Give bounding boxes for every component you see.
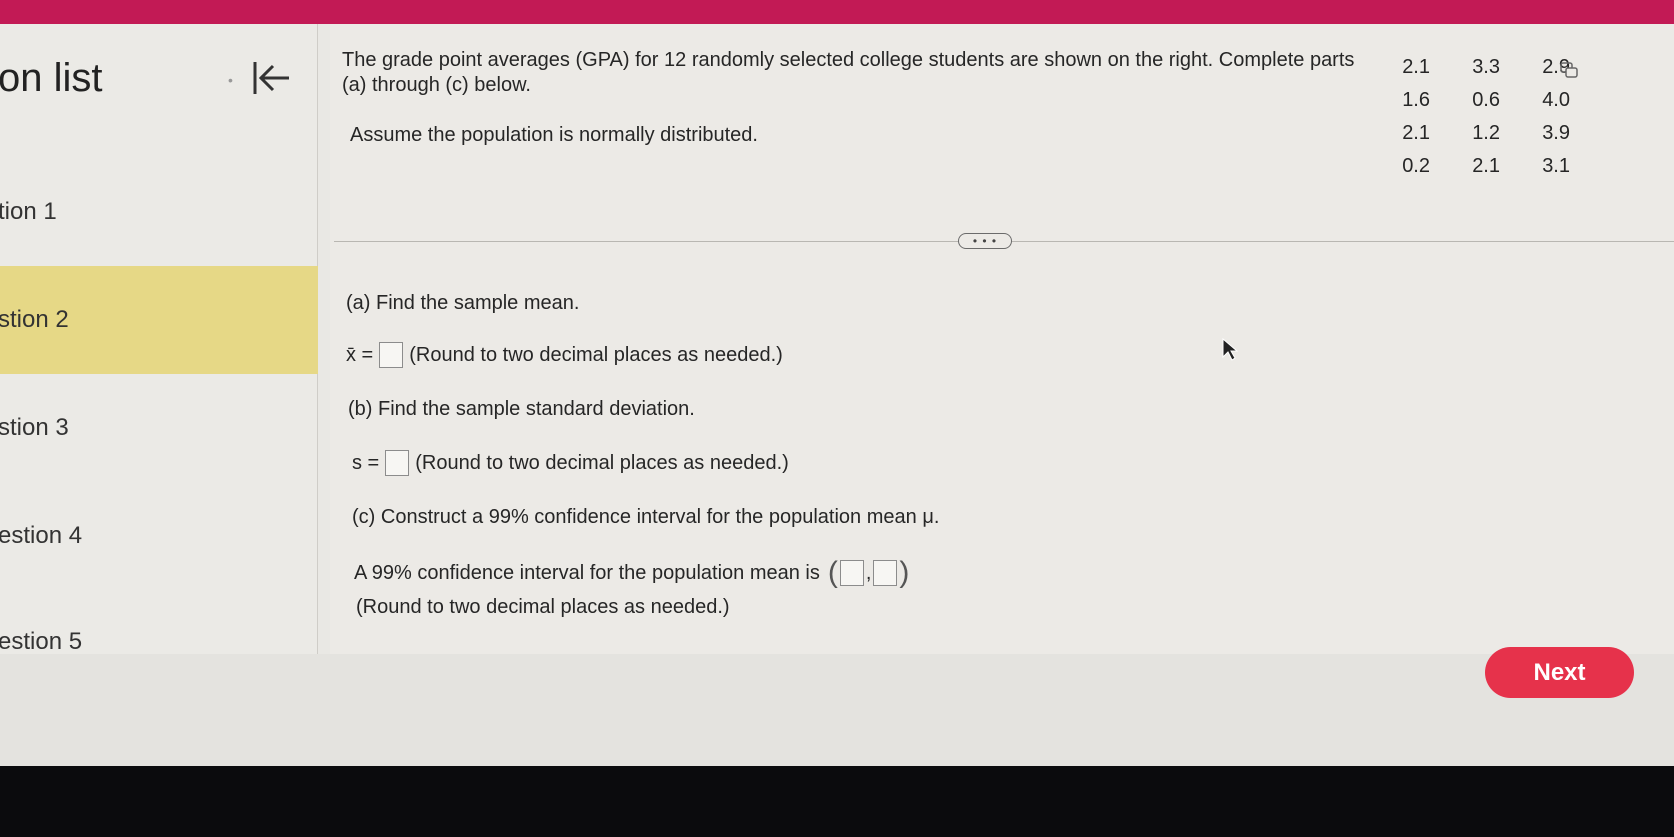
sidebar-item-label: stion 2 xyxy=(0,306,69,333)
top-accent-bar xyxy=(0,0,1674,24)
data-cell: 2.1 xyxy=(1402,56,1430,78)
data-cell: 3.9 xyxy=(1542,122,1570,144)
problem-prompt: The grade point averages (GPA) for 12 ra… xyxy=(342,49,1355,96)
part-c-hint: (Round to two decimal places as needed.) xyxy=(356,596,730,618)
sidebar-item-label: stion 3 xyxy=(0,414,69,441)
sidebar-item-label: estion 4 xyxy=(0,522,83,549)
ci-lower-bound-input[interactable] xyxy=(839,560,864,586)
mean-variable: x̄ = xyxy=(346,343,374,366)
sidebar-item-question-1[interactable]: tion 1 xyxy=(0,158,318,266)
part-c-text: A 99% confidence interval for the popula… xyxy=(354,561,820,584)
data-cell: 2.1 xyxy=(1472,155,1500,177)
sidebar-item-label: tion 1 xyxy=(0,198,57,225)
data-cell: 1.2 xyxy=(1472,122,1500,144)
data-cell: 0.2 xyxy=(1402,155,1430,177)
question-content: The grade point averages (GPA) for 12 ra… xyxy=(330,24,1674,654)
expand-more-button[interactable]: • • • xyxy=(958,233,1012,249)
std-dev-variable: s = xyxy=(352,451,380,474)
part-a-hint: (Round to two decimal places as needed.) xyxy=(409,343,783,366)
data-cell: 0.6 xyxy=(1472,89,1500,111)
part-b-answer-row: s = (Round to two decimal places as need… xyxy=(352,450,789,476)
part-a-answer-row: x̄ = (Round to two decimal places as nee… xyxy=(346,342,783,368)
part-b-hint: (Round to two decimal places as needed.) xyxy=(415,451,789,474)
gpa-data-table: 2.1 3.3 2.9 1.6 0.6 4.0 2.1 1.2 3.9 0.2 … xyxy=(1370,56,1580,179)
sidebar-item-question-3[interactable]: stion 3 xyxy=(0,374,318,482)
data-cell: 3.1 xyxy=(1542,155,1570,177)
sample-std-dev-input[interactable] xyxy=(385,450,410,476)
mouse-cursor-icon xyxy=(1222,338,1238,361)
sidebar-item-question-2[interactable]: stion 2 xyxy=(0,266,318,374)
problem-assumption: Assume the population is normally distri… xyxy=(350,124,758,146)
part-c-answer-row: A 99% confidence interval for the popula… xyxy=(354,556,909,590)
data-cell: 1.6 xyxy=(1402,89,1430,111)
copy-data-icon[interactable] xyxy=(1560,62,1578,78)
collapse-left-icon xyxy=(253,62,289,94)
sidebar-item-question-4[interactable]: estion 4 xyxy=(0,482,318,590)
sidebar-item-label: estion 5 xyxy=(0,628,83,655)
data-cell: 4.0 xyxy=(1542,89,1570,111)
app-screen: on list • tion 1 stion 2 stion 3 estion … xyxy=(0,24,1674,766)
separator-dot: • xyxy=(228,72,233,88)
open-paren: ( xyxy=(827,556,838,589)
collapse-sidebar-button[interactable] xyxy=(250,56,292,100)
comma-separator: , xyxy=(865,561,872,584)
footer-bar xyxy=(0,654,1674,766)
question-list-sidebar: on list • tion 1 stion 2 stion 3 estion … xyxy=(0,24,318,655)
sample-mean-input[interactable] xyxy=(379,342,404,368)
part-a-label: (a) Find the sample mean. xyxy=(346,292,580,314)
ci-upper-bound-input[interactable] xyxy=(873,560,898,586)
next-button[interactable]: Next xyxy=(1485,647,1634,698)
data-cell: 3.3 xyxy=(1472,56,1500,78)
close-paren: ) xyxy=(899,556,910,589)
data-cell: 2.1 xyxy=(1402,122,1430,144)
sidebar-title: on list xyxy=(0,56,103,100)
part-c-label: (c) Construct a 99% confidence interval … xyxy=(352,506,940,528)
part-b-label: (b) Find the sample standard deviation. xyxy=(348,398,695,420)
